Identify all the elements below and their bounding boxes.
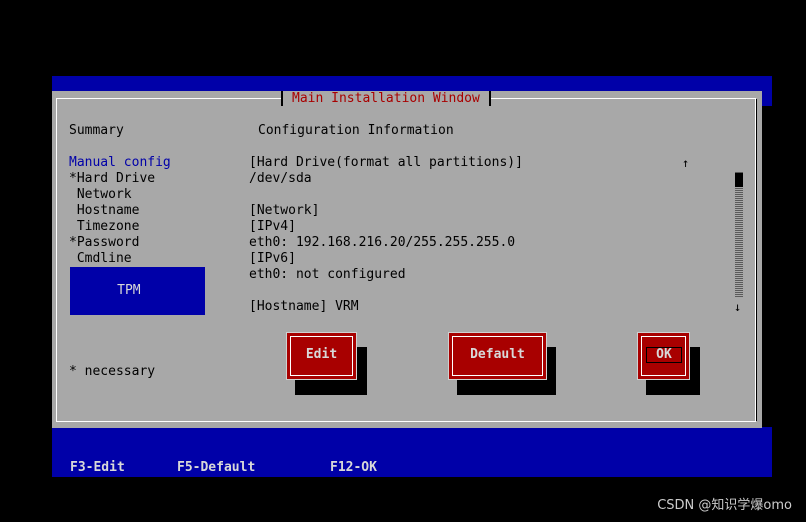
scrollbar-thumb[interactable] <box>735 173 743 187</box>
necessary-footnote: * necessary <box>69 364 156 379</box>
default-button-label: Default <box>470 347 525 362</box>
config-line: eth0: 192.168.216.20/255.255.255.0 <box>249 235 516 250</box>
config-header: Configuration Information <box>258 123 454 138</box>
config-line: /dev/sda <box>249 171 312 186</box>
ok-button-label: OK <box>656 347 672 362</box>
edit-button-label: Edit <box>305 347 338 362</box>
bottom-band <box>52 427 772 477</box>
menu-item-timezone[interactable]: Timezone <box>69 219 140 235</box>
f12-ok-hint: F12-OK <box>330 460 377 475</box>
config-line: [Hostname] VRM <box>249 299 359 314</box>
f3-edit-hint: F3-Edit <box>70 460 125 475</box>
ok-button[interactable]: OK <box>637 332 690 380</box>
config-line: [IPv6] <box>249 251 296 266</box>
edit-button[interactable]: Edit <box>286 332 357 380</box>
menu-item-network[interactable]: Network <box>69 187 132 203</box>
csdn-watermark: CSDN @知识学爆omo <box>657 498 792 513</box>
scroll-down-arrow-icon[interactable]: ↓ <box>734 299 741 315</box>
window-title: Main Installation Window <box>281 91 491 106</box>
config-line: eth0: not configured <box>249 267 406 282</box>
f5-default-hint: F5-Default <box>177 460 256 475</box>
bottom-band-left <box>52 427 62 445</box>
menu-item-hard-drive[interactable]: *Hard Drive <box>69 171 155 187</box>
config-line: [Hard Drive(format all partitions)] <box>249 155 523 170</box>
ok-button-focus-box: OK <box>646 347 682 363</box>
menu-item-cmdline[interactable]: Cmdline <box>69 251 132 267</box>
scrollbar-track[interactable] <box>735 172 743 298</box>
summary-header: Summary <box>69 123 124 138</box>
config-line: [Network] <box>249 203 320 218</box>
top-band-right <box>762 76 772 106</box>
top-band <box>52 76 772 92</box>
config-line: [IPv4] <box>249 219 296 234</box>
menu-item-tpm-label: TPM <box>109 283 141 298</box>
menu-item-hostname[interactable]: Hostname <box>69 203 140 219</box>
scroll-up-arrow-icon[interactable]: ↑ <box>682 155 689 171</box>
menu-item-tpm-selected[interactable]: TPM <box>70 267 205 315</box>
default-button[interactable]: Default <box>448 332 547 380</box>
menu-item-password[interactable]: *Password <box>69 235 139 251</box>
menu-item-manual-config[interactable]: Manual config <box>69 155 171 171</box>
